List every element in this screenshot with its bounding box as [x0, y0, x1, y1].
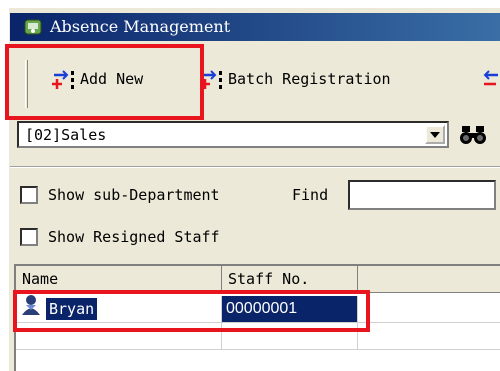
arrows-icon[interactable]	[480, 65, 500, 93]
column-header-name[interactable]: Name	[16, 266, 222, 293]
name-cell[interactable]: Bryan	[16, 294, 222, 324]
person-icon	[20, 294, 42, 324]
batch-registration-button[interactable]: Batch Registration	[200, 65, 391, 93]
table-row[interactable]	[16, 323, 500, 350]
chevron-down-icon[interactable]	[425, 125, 445, 144]
show-sub-department-label: Show sub-Department	[48, 186, 220, 204]
checkbox-box[interactable]	[20, 228, 38, 246]
department-dropdown[interactable]: [02]Sales	[17, 121, 449, 148]
department-value: [02]Sales	[25, 126, 107, 144]
find-label: Find	[292, 186, 329, 204]
staff-no-cell[interactable]	[222, 323, 358, 350]
grid-header: Name Staff No.	[16, 266, 500, 293]
find-input[interactable]	[348, 180, 496, 210]
add-new-icon	[52, 68, 76, 90]
divider	[10, 166, 500, 168]
title-bar: Absence Management	[10, 13, 500, 41]
name-cell[interactable]	[16, 323, 222, 350]
window-title: Absence Management	[50, 17, 231, 36]
show-resigned-staff-label: Show Resigned Staff	[48, 228, 220, 246]
toolbar: Add New Batch Registration	[10, 41, 500, 117]
staff-name: Bryan	[44, 297, 99, 321]
staff-no-cell[interactable]: 00000001	[222, 296, 358, 323]
empty-cell	[358, 323, 500, 350]
column-header-filler	[358, 266, 500, 293]
column-header-staff-no[interactable]: Staff No.	[222, 266, 358, 293]
checkbox-box[interactable]	[20, 186, 38, 204]
binoculars-icon[interactable]	[454, 121, 492, 148]
department-row: [02]Sales	[10, 117, 500, 157]
add-new-label: Add New	[80, 70, 144, 88]
toolbar-grip[interactable]	[25, 60, 28, 108]
app-icon	[24, 18, 42, 36]
batch-registration-label: Batch Registration	[228, 70, 391, 88]
show-resigned-staff-checkbox[interactable]: Show Resigned Staff	[20, 228, 220, 246]
show-sub-department-checkbox[interactable]: Show sub-Department	[20, 186, 220, 204]
empty-cell	[358, 296, 500, 323]
add-new-button[interactable]: Add New	[52, 65, 143, 93]
table-row[interactable]: Bryan 00000001	[16, 294, 500, 324]
batch-registration-icon	[200, 68, 224, 90]
staff-grid: Name Staff No. Bryan 00000001	[14, 264, 500, 371]
